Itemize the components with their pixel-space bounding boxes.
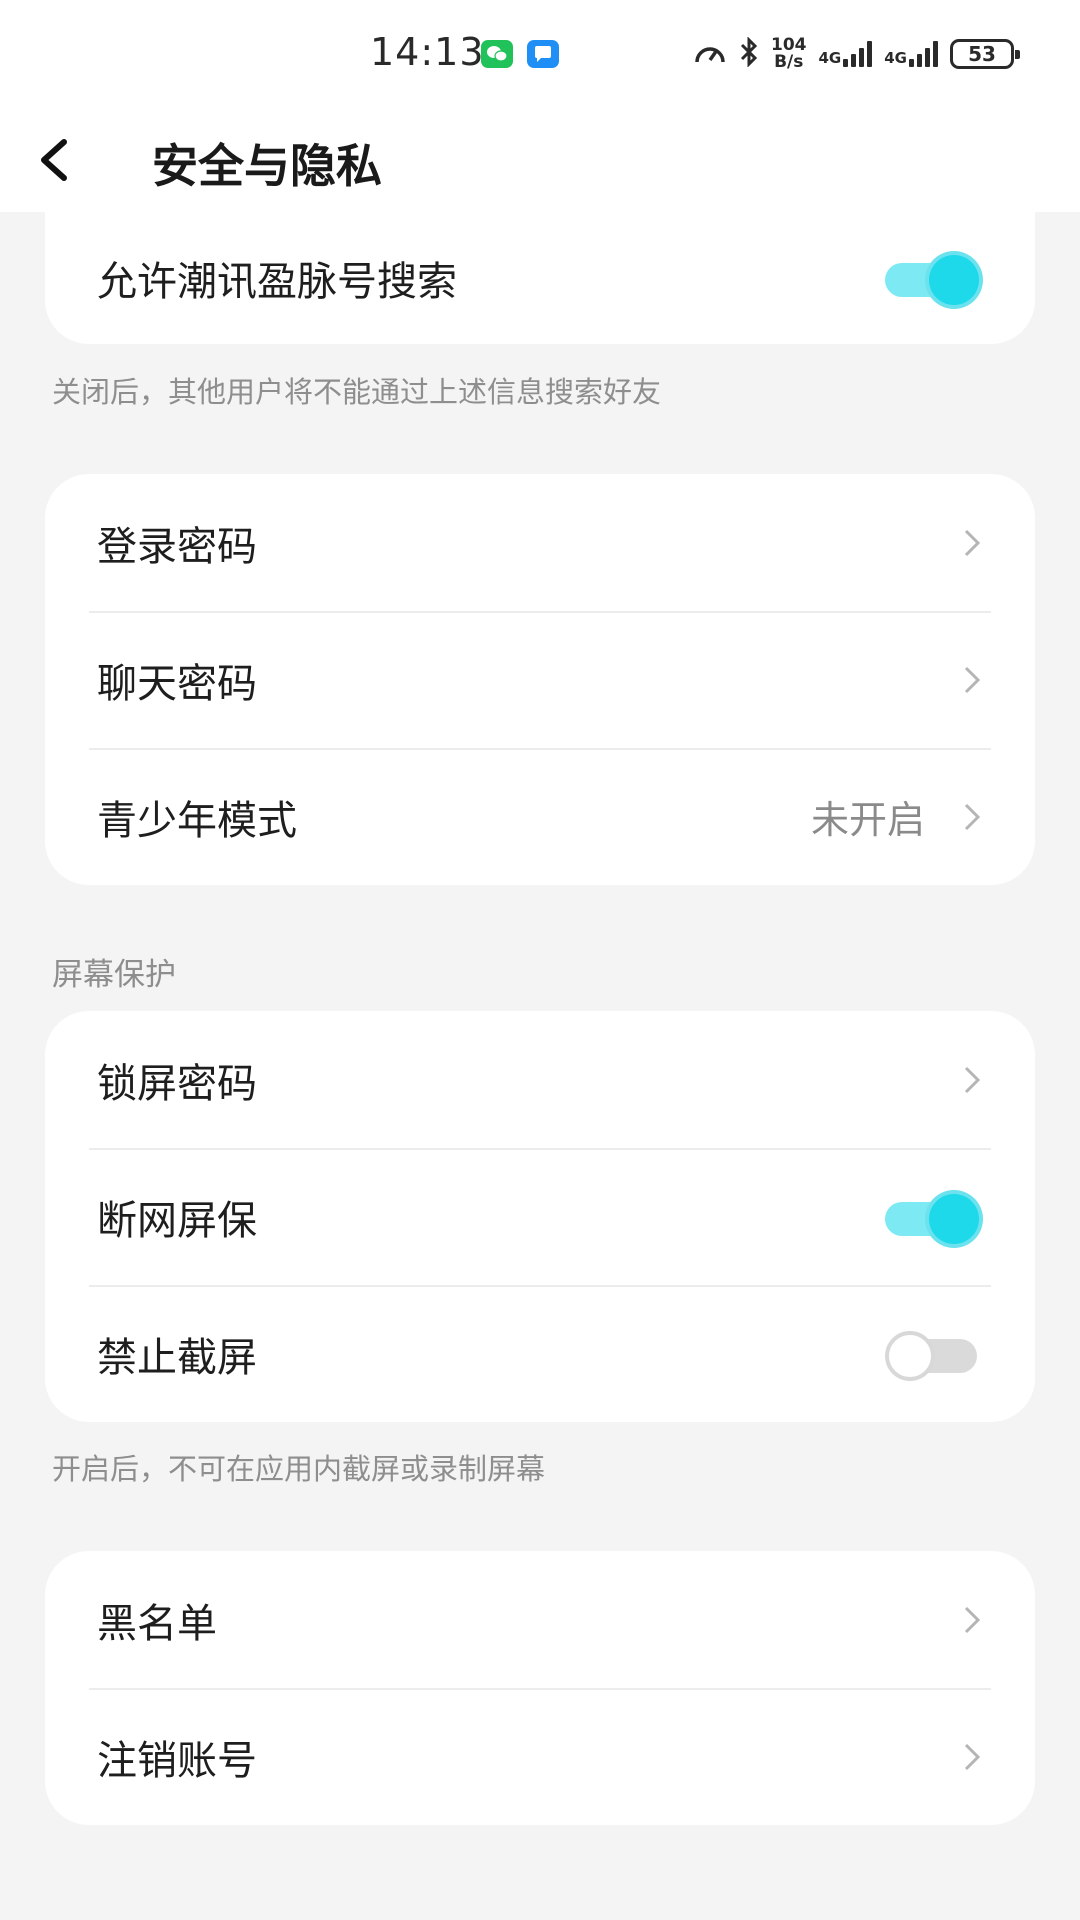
page-title: 安全与隐私 [152,139,382,193]
lock-screen-password-row[interactable]: 锁屏密码 [45,1011,1035,1148]
signal-1: 4G [819,41,873,67]
speed-unit: B/s [774,52,804,72]
signal-bars-icon [909,41,938,67]
screen-protection-title: 屏幕保护 [52,957,176,993]
delete-account-label: 注销账号 [97,1737,257,1784]
login-password-label: 登录密码 [97,523,257,570]
login-password-row[interactable]: 登录密码 [45,474,1035,611]
offline-screensaver-row[interactable]: 断网屏保 [45,1148,1035,1285]
signal-2: 4G [884,41,938,67]
search-permission-row[interactable]: 允许潮讯盈脉号搜索 [45,212,1035,344]
chevron-right-icon [963,665,983,695]
status-bar: 14:13 104 B/s 4G 4G 53 [0,0,1080,108]
chat-password-row[interactable]: 聊天密码 [45,611,1035,748]
teen-mode-status: 未开启 [810,798,925,842]
signal-bars-icon [843,41,873,67]
lock-screen-password-label: 锁屏密码 [97,1060,257,1107]
network-type-2: 4G [884,49,907,67]
password-settings-card: 登录密码 聊天密码 青少年模式 未开启 [45,474,1035,885]
chevron-left-icon [41,139,67,181]
offline-screensaver-label: 断网屏保 [97,1197,257,1244]
chevron-right-icon [963,1742,983,1772]
chat-password-label: 聊天密码 [97,660,257,707]
search-note: 关闭后，其他用户将不能通过上述信息搜索好友 [52,375,662,409]
screenshot-note: 开启后，不可在应用内截屏或录制屏幕 [52,1452,546,1486]
chevron-right-icon [963,1065,983,1095]
chevron-right-icon [963,1605,983,1635]
bluetooth-icon [739,36,759,71]
screen-protection-card: 锁屏密码 断网屏保 禁止截屏 [45,1011,1035,1422]
blacklist-label: 黑名单 [97,1600,217,1647]
search-permission-toggle[interactable] [885,253,983,305]
wechat-icon [481,40,513,68]
chevron-right-icon [963,802,983,832]
battery-level: 53 [968,42,996,66]
disable-screenshot-toggle[interactable] [885,1329,983,1381]
app-header: 安全与隐私 [0,108,1080,212]
search-setting-card: 允许潮讯盈脉号搜索 [45,212,1035,344]
chevron-right-icon [963,528,983,558]
back-button[interactable] [24,130,84,190]
blacklist-row[interactable]: 黑名单 [45,1551,1035,1688]
network-speed: 104 B/s [771,37,807,71]
message-icon [527,40,559,68]
delete-account-row[interactable]: 注销账号 [45,1688,1035,1825]
speedometer-icon [693,38,727,70]
offline-screensaver-toggle[interactable] [885,1192,983,1244]
battery-icon: 53 [950,39,1020,69]
teen-mode-label: 青少年模式 [97,797,297,844]
teen-mode-row[interactable]: 青少年模式 未开启 [45,748,1035,885]
disable-screenshot-row[interactable]: 禁止截屏 [45,1285,1035,1422]
status-indicators: 104 B/s 4G 4G 53 [693,34,1020,74]
account-settings-card: 黑名单 注销账号 [45,1551,1035,1825]
status-time: 14:13 [370,30,485,74]
search-permission-label: 允许潮讯盈脉号搜索 [97,259,457,305]
network-type-1: 4G [818,49,842,67]
disable-screenshot-label: 禁止截屏 [97,1334,257,1381]
